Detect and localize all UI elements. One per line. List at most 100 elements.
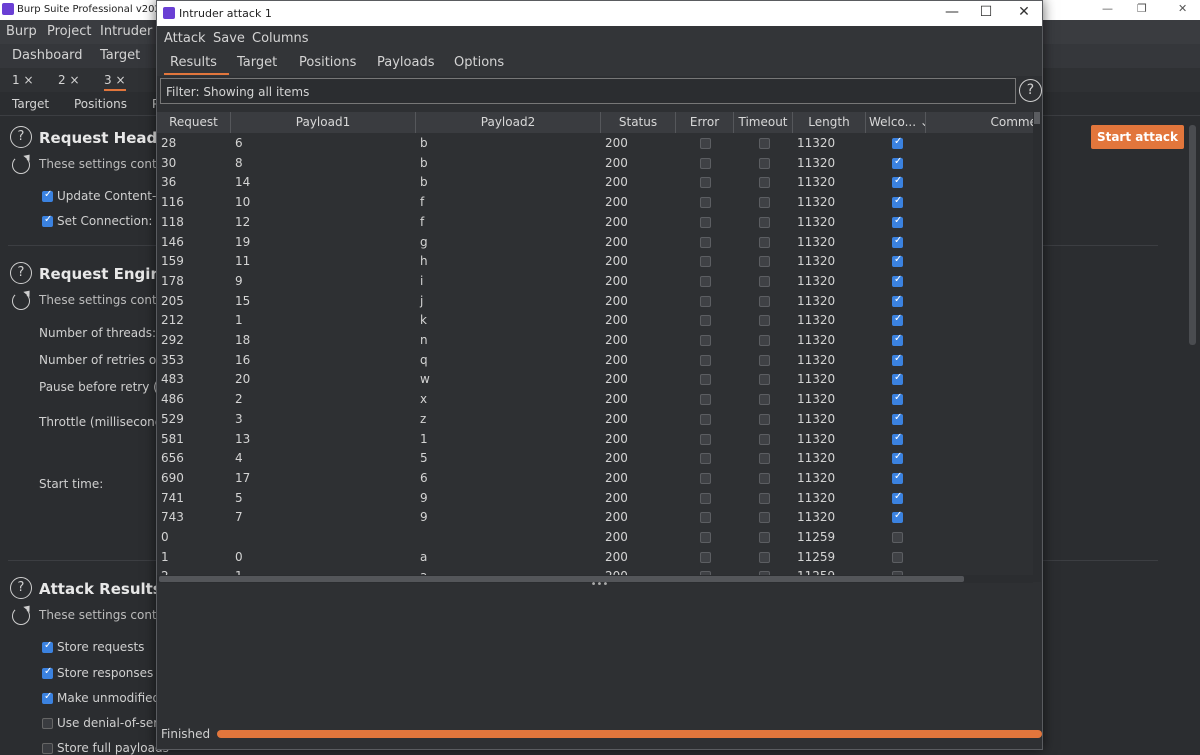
store-requests-checkbox[interactable] [42, 640, 53, 653]
update-content-length-checkbox[interactable] [42, 189, 53, 202]
restore-defaults-icon[interactable] [12, 607, 30, 625]
subtab-target[interactable]: Target [12, 97, 49, 111]
attack-tab-1[interactable]: 1 × [12, 73, 34, 87]
cell-request: 483 [161, 372, 184, 387]
tab-results[interactable]: Results [164, 55, 229, 75]
cell-length: 11320 [797, 490, 836, 505]
minimize-icon[interactable]: — [1102, 2, 1113, 15]
tab-payloads[interactable]: Payloads [377, 55, 434, 70]
col-comment[interactable]: Comme [926, 112, 1037, 133]
filter-bar[interactable]: Filter: Showing all items [160, 78, 1016, 104]
table-row[interactable]: 1 0 a 200 11259 [157, 547, 1037, 567]
col-timeout[interactable]: Timeout [734, 112, 793, 133]
col-payload2[interactable]: Payload2 [416, 112, 601, 133]
col-payload1[interactable]: Payload1 [231, 112, 416, 133]
restore-defaults-icon[interactable] [12, 292, 30, 310]
menu-intruder[interactable]: Intruder [100, 24, 152, 39]
cell-length: 11320 [797, 392, 836, 407]
cell-payload2: f [420, 195, 425, 210]
tab-dashboard[interactable]: Dashboard [12, 48, 83, 63]
close-icon[interactable]: ✕ [1178, 2, 1187, 15]
restore-defaults-icon[interactable] [12, 156, 30, 174]
cell-error-checkbox [700, 413, 711, 425]
table-row[interactable]: 483 20 w 200 11320 [157, 369, 1037, 389]
attack-tabs: Results Target Positions Payloads Option… [157, 51, 1042, 76]
store-responses-checkbox[interactable] [42, 666, 53, 679]
make-unmodified-checkbox[interactable] [42, 691, 53, 704]
use-dos-checkbox[interactable] [42, 718, 53, 729]
col-request[interactable]: Request [157, 112, 231, 133]
col-status[interactable]: Status [601, 112, 676, 133]
cell-error-checkbox [700, 532, 711, 543]
attack-tab-2[interactable]: 2 × [58, 73, 80, 87]
pane-splitter[interactable]: ••• [157, 580, 1042, 590]
table-row[interactable]: 353 16 q 200 11320 [157, 350, 1037, 370]
tab-target[interactable]: Target [237, 55, 277, 70]
start-attack-button[interactable]: Start attack [1091, 125, 1184, 149]
store-full-payloads-checkbox[interactable] [42, 743, 53, 754]
cell-length: 11259 [797, 549, 836, 564]
help-icon[interactable]: ? [1019, 79, 1042, 102]
store-responses-label: Store responses [57, 666, 154, 680]
cell-payload2: 5 [420, 451, 428, 466]
close-icon[interactable]: ✕ [1009, 4, 1039, 20]
menu-attack[interactable]: Attack [164, 31, 206, 46]
progress-fill [217, 730, 1042, 738]
cell-timeout-checkbox [759, 177, 770, 189]
cell-timeout-checkbox [759, 433, 770, 445]
restore-icon[interactable]: ❐ [1137, 2, 1147, 15]
table-row[interactable]: 212 1 k 200 11320 [157, 310, 1037, 330]
main-scrollbar[interactable] [1189, 125, 1196, 345]
help-icon[interactable]: ? [10, 577, 32, 599]
cell-length: 11320 [797, 195, 836, 210]
menu-project[interactable]: Project [47, 24, 91, 39]
menu-save[interactable]: Save [213, 31, 245, 46]
table-row[interactable]: 159 11 h 200 11320 [157, 251, 1037, 271]
tab-target[interactable]: Target [100, 48, 140, 63]
minimize-icon[interactable]: — [937, 4, 967, 20]
menu-burp[interactable]: Burp [6, 24, 37, 39]
table-row[interactable]: 486 2 x 200 11320 [157, 389, 1037, 409]
help-icon[interactable]: ? [10, 126, 32, 148]
cell-payload1: 19 [235, 234, 251, 249]
table-row[interactable]: 30 8 b 200 11320 [157, 153, 1037, 173]
cell-length: 11320 [797, 293, 836, 308]
table-row[interactable]: 28 6 b 200 11320 [157, 133, 1037, 153]
subtab-positions[interactable]: Positions [74, 97, 127, 111]
tab-options[interactable]: Options [454, 55, 504, 70]
cell-status: 200 [605, 136, 628, 150]
set-connection-checkbox[interactable] [42, 214, 53, 227]
table-row[interactable]: 116 10 f 200 11320 [157, 192, 1037, 212]
attack-tab-3[interactable]: 3 × [104, 73, 126, 91]
help-icon[interactable]: ? [10, 262, 32, 284]
table-row[interactable]: 205 15 j 200 11320 [157, 291, 1037, 311]
table-row[interactable]: 656 4 5 200 11320 [157, 448, 1037, 468]
tab-positions[interactable]: Positions [299, 55, 356, 70]
table-row[interactable]: 529 3 z 200 11320 [157, 409, 1037, 429]
table-row[interactable]: 36 14 b 200 11320 [157, 172, 1037, 192]
cell-welcome-checkbox [892, 156, 903, 169]
maximize-icon[interactable]: ☐ [971, 4, 1001, 20]
cell-timeout-checkbox [759, 216, 770, 228]
cell-length: 11320 [797, 136, 836, 150]
cell-length: 11320 [797, 234, 836, 249]
table-row[interactable]: 146 19 g 200 11320 [157, 232, 1037, 252]
table-row[interactable]: 0 200 11259 [157, 527, 1037, 547]
table-row[interactable]: 292 18 n 200 11320 [157, 330, 1037, 350]
table-row[interactable]: 743 7 9 200 11320 [157, 507, 1037, 527]
retries-label: Number of retries or [39, 353, 162, 367]
table-row[interactable]: 178 9 i 200 11320 [157, 271, 1037, 291]
table-row[interactable]: 741 5 9 200 11320 [157, 488, 1037, 508]
col-length[interactable]: Length [793, 112, 866, 133]
cell-payload1: 14 [235, 175, 251, 190]
col-welcome[interactable]: Welco... ⌄ [866, 112, 926, 133]
table-vertical-scrollbar[interactable] [1033, 112, 1041, 582]
table-row[interactable]: 118 12 f 200 11320 [157, 212, 1037, 232]
col-error[interactable]: Error [676, 112, 734, 133]
cell-welcome-checkbox [892, 235, 903, 248]
cell-status: 200 [605, 175, 628, 190]
menu-columns[interactable]: Columns [252, 31, 309, 46]
table-row[interactable]: 581 13 1 200 11320 [157, 429, 1037, 449]
table-row[interactable]: 690 17 6 200 11320 [157, 468, 1037, 488]
scroll-thumb[interactable] [1034, 112, 1040, 124]
